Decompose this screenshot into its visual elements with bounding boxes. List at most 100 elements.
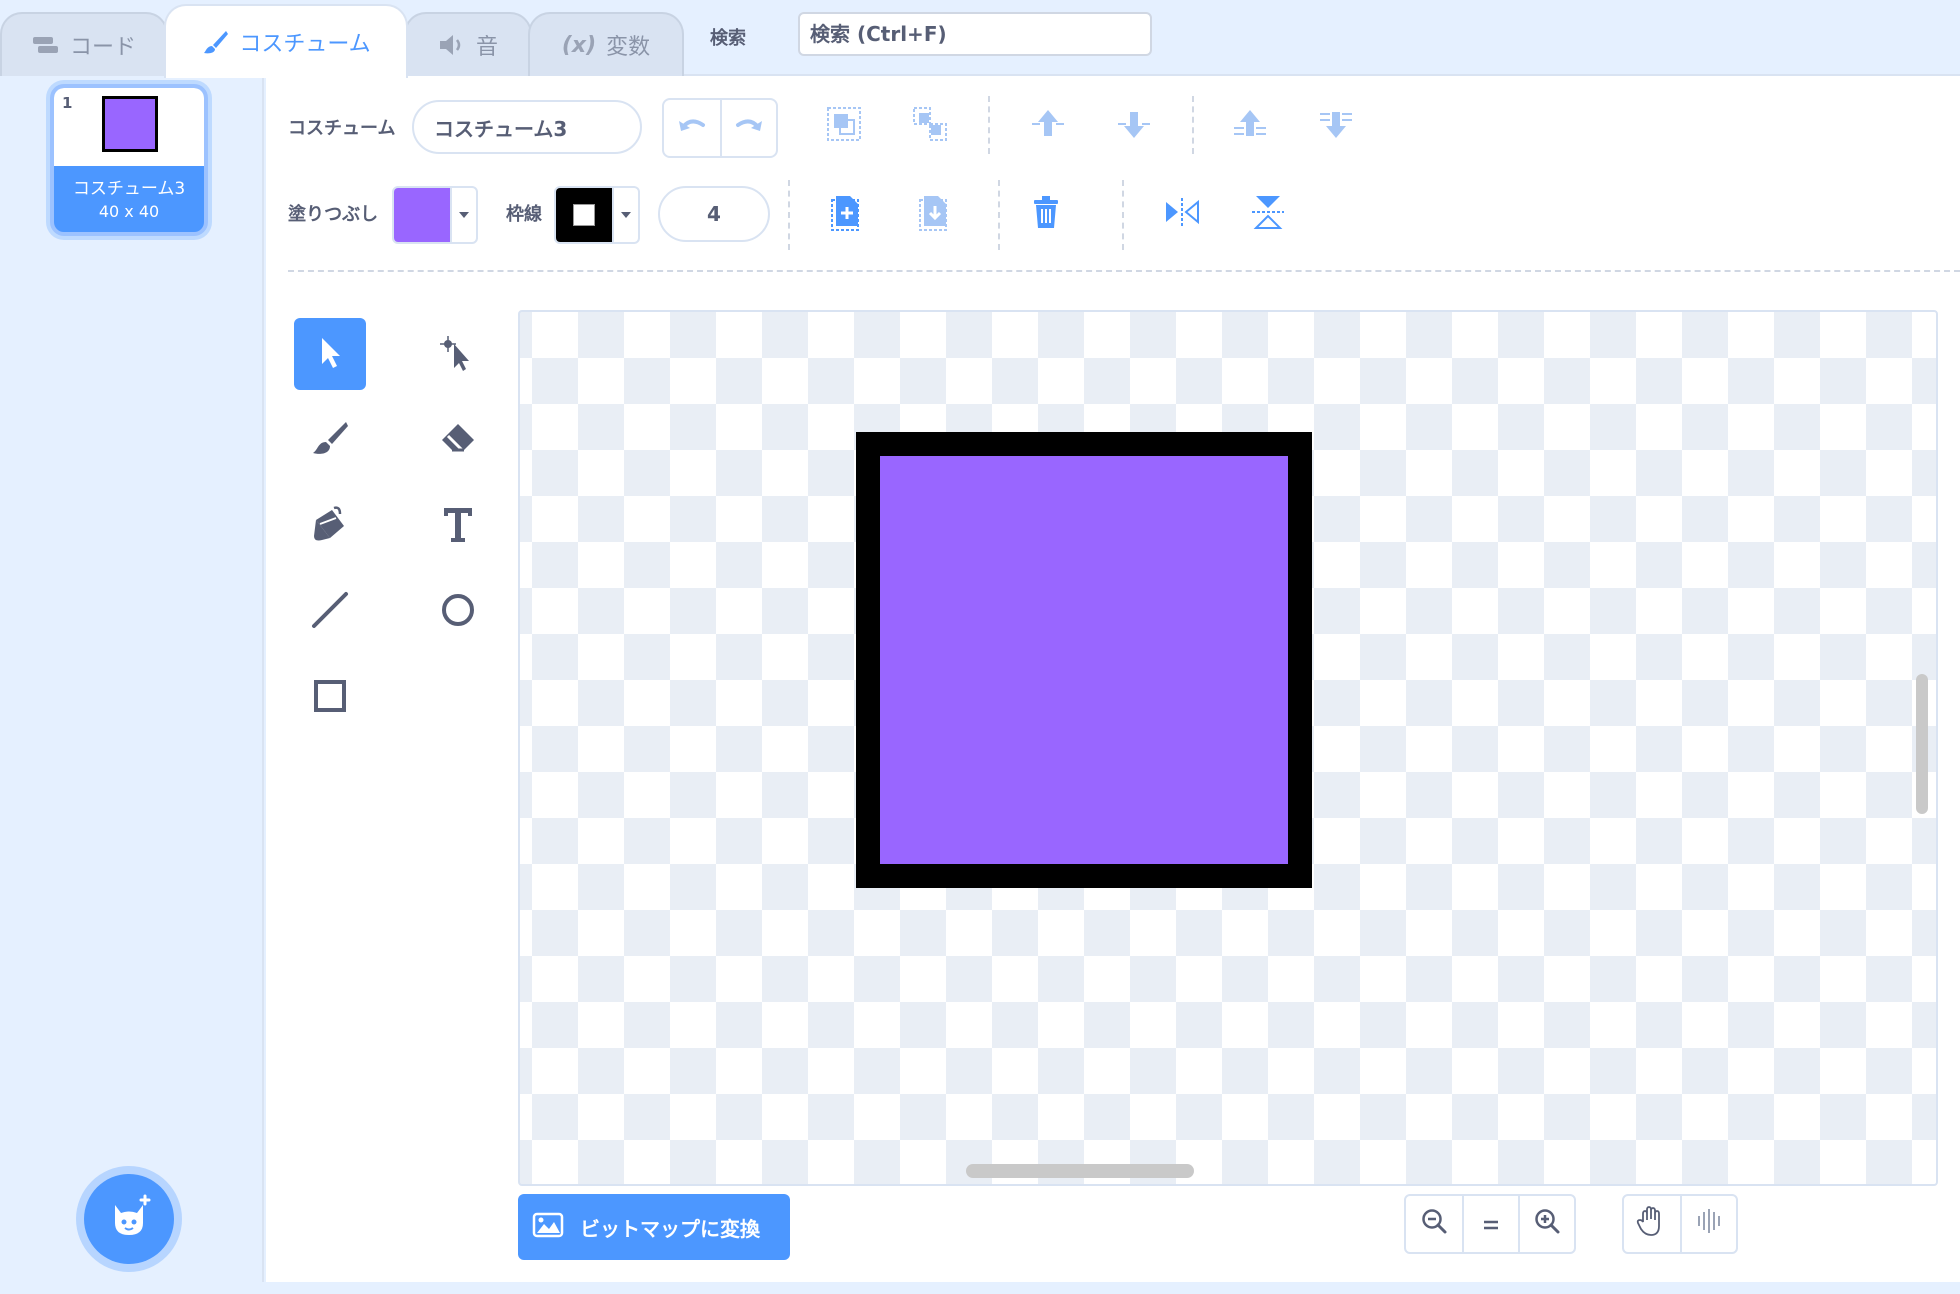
flip-vertical-button[interactable] bbox=[1240, 186, 1296, 242]
tab-sounds[interactable]: 音 bbox=[404, 12, 532, 76]
zoom-in-icon bbox=[1533, 1207, 1561, 1241]
variable-icon: (x) bbox=[561, 32, 597, 58]
ungroup-icon bbox=[910, 104, 950, 148]
outline-color-picker[interactable] bbox=[554, 186, 640, 244]
tab-costumes[interactable]: コスチューム bbox=[164, 4, 408, 78]
line-icon bbox=[310, 590, 350, 634]
cat-plus-icon bbox=[105, 1193, 153, 1245]
costume-item[interactable]: 1 コスチューム3 40 x 40 bbox=[50, 84, 208, 236]
wave-icon bbox=[1694, 1206, 1724, 1242]
arrow-top-icon bbox=[1230, 106, 1270, 146]
copy-button[interactable] bbox=[818, 186, 874, 242]
trash-icon bbox=[1030, 194, 1062, 234]
costume-size: 40 x 40 bbox=[98, 202, 160, 221]
ungroup-button[interactable] bbox=[902, 98, 958, 154]
outline-color-swatch bbox=[556, 188, 612, 242]
audio-wave-button[interactable] bbox=[1680, 1196, 1736, 1252]
flip-horizontal-icon bbox=[1162, 196, 1202, 232]
costume-thumbnail-area: 1 bbox=[54, 88, 204, 166]
tool-line[interactable] bbox=[294, 576, 366, 648]
redo-button[interactable] bbox=[720, 100, 776, 156]
delete-button[interactable] bbox=[1018, 186, 1074, 242]
equals-icon bbox=[1481, 1210, 1501, 1238]
outline-label: 枠線 bbox=[506, 204, 542, 225]
outline-width-input[interactable] bbox=[658, 186, 770, 242]
view-mode-group bbox=[1622, 1194, 1738, 1254]
copy-icon bbox=[828, 192, 864, 236]
speaker-icon bbox=[438, 33, 466, 57]
flip-vertical-icon bbox=[1250, 192, 1286, 236]
group-button[interactable] bbox=[816, 98, 872, 154]
redo-icon bbox=[734, 115, 764, 141]
zoom-out-button[interactable] bbox=[1406, 1196, 1462, 1252]
arrow-down-icon bbox=[1114, 106, 1154, 146]
search-input[interactable] bbox=[798, 12, 1152, 56]
toolbar-divider bbox=[288, 270, 1960, 272]
tool-eraser[interactable] bbox=[422, 404, 494, 476]
undo-icon bbox=[677, 115, 707, 141]
toolbar-separator bbox=[998, 180, 1000, 250]
tool-text[interactable] bbox=[422, 490, 494, 562]
zoom-controls bbox=[1404, 1194, 1576, 1254]
costume-thumbnail bbox=[102, 96, 158, 152]
forward-button[interactable] bbox=[1020, 98, 1076, 154]
vertical-scrollbar[interactable] bbox=[1916, 674, 1928, 814]
brush-icon bbox=[310, 418, 350, 462]
tool-circle[interactable] bbox=[422, 576, 494, 648]
paint-canvas[interactable] bbox=[518, 310, 1938, 1186]
zoom-reset-button[interactable] bbox=[1462, 1196, 1518, 1252]
fill-color-swatch bbox=[394, 188, 450, 242]
toolbar-separator bbox=[1122, 180, 1124, 250]
top-tab-bar: コード コスチューム 音 (x) 変数 検索 bbox=[0, 0, 1960, 78]
paint-editor: コスチューム コスチューム3 塗りつぶし 枠線 4 ビットマップに変換 bbox=[266, 76, 1960, 1282]
fill-label: 塗りつぶし bbox=[288, 204, 379, 225]
group-icon bbox=[824, 104, 864, 148]
backward-button[interactable] bbox=[1106, 98, 1162, 154]
horizontal-scrollbar[interactable] bbox=[966, 1164, 1194, 1178]
add-costume-button[interactable] bbox=[84, 1174, 174, 1264]
costume-index: 1 bbox=[62, 94, 73, 112]
convert-to-bitmap-button[interactable]: ビットマップに変換 bbox=[518, 1194, 790, 1260]
code-icon bbox=[32, 35, 60, 55]
tab-code[interactable]: コード bbox=[0, 12, 168, 76]
canvas-rectangle-shape[interactable] bbox=[856, 432, 1312, 888]
arrow-up-icon bbox=[1028, 106, 1068, 146]
circle-icon bbox=[438, 590, 478, 634]
chevron-down-icon bbox=[450, 188, 476, 242]
reshape-icon bbox=[438, 332, 478, 376]
zoom-in-button[interactable] bbox=[1518, 1196, 1574, 1252]
paint-bucket-icon bbox=[310, 504, 350, 548]
text-icon bbox=[440, 504, 476, 548]
tool-reshape[interactable] bbox=[422, 318, 494, 390]
eraser-icon bbox=[438, 418, 478, 462]
tool-brush[interactable] bbox=[294, 404, 366, 476]
toolbar-separator bbox=[1192, 96, 1194, 154]
costume-name-input[interactable] bbox=[412, 100, 642, 154]
toolbar-separator bbox=[988, 96, 990, 154]
front-button[interactable] bbox=[1222, 98, 1278, 154]
tool-fill[interactable] bbox=[294, 490, 366, 562]
select-arrow-icon bbox=[314, 334, 346, 374]
bottom-strip bbox=[0, 1282, 1960, 1294]
costume-name-label: コスチューム bbox=[288, 118, 396, 139]
image-icon bbox=[532, 1211, 564, 1244]
rectangle-icon bbox=[310, 676, 350, 720]
tool-select[interactable] bbox=[294, 318, 366, 390]
back-button[interactable] bbox=[1308, 98, 1364, 154]
fill-color-picker[interactable] bbox=[392, 186, 478, 244]
brush-icon bbox=[201, 28, 229, 56]
zoom-out-icon bbox=[1420, 1207, 1448, 1241]
paste-icon bbox=[916, 192, 952, 236]
tab-variables[interactable]: (x) 変数 bbox=[528, 12, 684, 76]
paste-button[interactable] bbox=[906, 186, 962, 242]
undo-button[interactable] bbox=[664, 100, 720, 156]
flip-horizontal-button[interactable] bbox=[1154, 186, 1210, 242]
tool-rectangle[interactable] bbox=[294, 662, 366, 734]
costume-list: 1 コスチューム3 40 x 40 bbox=[0, 76, 264, 1282]
costume-name: コスチューム3 bbox=[72, 179, 186, 199]
search-label: 検索 bbox=[710, 28, 746, 49]
convert-to-bitmap-label: ビットマップに変換 bbox=[580, 1216, 760, 1241]
hand-icon bbox=[1635, 1204, 1669, 1244]
arrow-bottom-icon bbox=[1316, 106, 1356, 146]
hand-tool-button[interactable] bbox=[1624, 1196, 1680, 1252]
